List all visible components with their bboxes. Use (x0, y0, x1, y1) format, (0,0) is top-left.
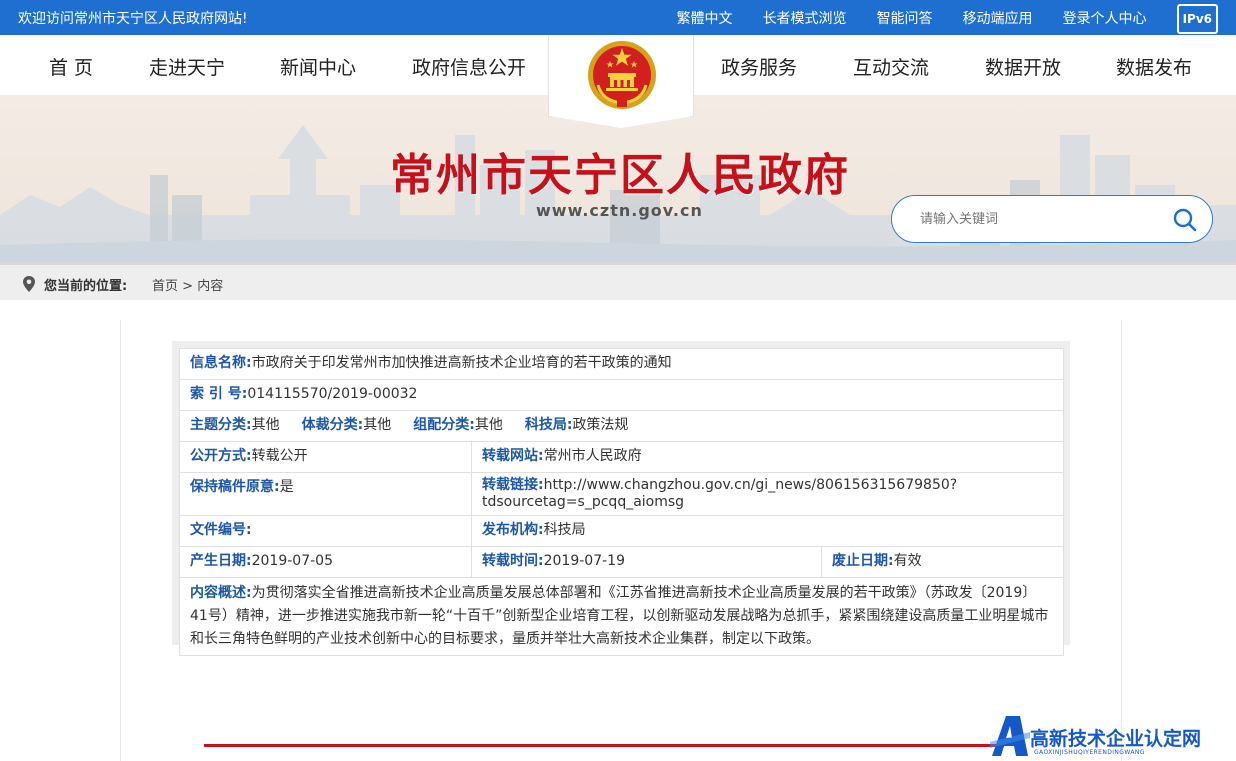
genre-label: 体裁分类: (301, 417, 364, 433)
table-row: 索 引 号:014115570/2019-00032 (178, 379, 1065, 411)
index-number-label: 索 引 号: (190, 386, 248, 402)
repost-site-label: 转载网站: (482, 448, 544, 464)
watermark-a-logo-icon (990, 716, 1030, 756)
repost-site-cell: 转载网站:常州市人民政府 (470, 441, 1065, 473)
doc-number-cell: 文件编号: (179, 515, 472, 547)
nav-item-interaction[interactable]: 互动交流 (853, 53, 929, 80)
info-box: 信息名称:市政府关于印发常州市加快推进高新技术企业培育的若干政策的通知 索 引 … (172, 341, 1070, 656)
smart-qa-link[interactable]: 智能问答 (877, 7, 933, 31)
org-value: 其他 (474, 417, 503, 433)
repost-link-cell: 转载链接:http://www.changzhou.gov.cn/gi_news… (470, 472, 1065, 516)
breadcrumb-label: 您当前的位置: (44, 279, 128, 294)
repost-time-cell: 转载时间:2019-07-19 (471, 546, 822, 578)
watermark-text: 高新技术企业认定网 (1030, 728, 1202, 750)
info-name-cell: 信息名称:市政府关于印发常州市加快推进高新技术企业培育的若干政策的通知 (178, 348, 1065, 380)
keep-original-label: 保持稿件原意: (190, 479, 280, 495)
abolish-date-cell: 废止日期:有效 (820, 546, 1065, 578)
table-row: 保持稿件原意:是 转载链接:http://www.changzhou.gov.c… (179, 472, 1065, 516)
org-label: 组配分类: (413, 417, 475, 433)
mobile-app-link[interactable]: 移动端应用 (963, 7, 1033, 31)
summary-value: 为贯彻落实全省推进高新技术企业高质量发展总体部署和《江苏省推进高新技术企业高质量… (190, 585, 1049, 647)
index-number-cell: 索 引 号:014115570/2019-00032 (178, 379, 1065, 411)
breadcrumb-home-link[interactable]: 首页 (152, 279, 178, 294)
nav-item-data-release[interactable]: 数据发布 (1116, 53, 1192, 80)
breadcrumb-path: 首页 > 内容 (152, 275, 223, 294)
publisher-cell: 发布机构:科技局 (470, 515, 1065, 547)
topic-label: 主题分类: (190, 417, 252, 433)
classification-cell: 主题分类:其他 体裁分类:其他 组配分类:其他 科技局:政策法规 (178, 410, 1065, 442)
nav-item-about-tianning[interactable]: 走进天宁 (149, 53, 225, 80)
breadcrumb: 您当前的位置: 首页 > 内容 (0, 262, 1236, 300)
created-date-label: 产生日期: (190, 553, 252, 569)
publisher-label: 发布机构: (482, 522, 544, 538)
open-method-cell: 公开方式:转载公开 (179, 441, 472, 473)
bureau-label: 科技局: (524, 417, 573, 433)
login-personal-center-link[interactable]: 登录个人中心 (1063, 7, 1147, 31)
summary-label: 内容概述: (190, 585, 252, 601)
keep-original-value: 是 (279, 479, 294, 495)
breadcrumb-current: 内容 (197, 279, 224, 294)
keep-original-cell: 保持稿件原意:是 (179, 472, 472, 516)
emblem-holder (548, 35, 694, 128)
search-box (891, 195, 1213, 243)
search-icon[interactable] (1172, 207, 1198, 233)
open-method-value: 转载公开 (251, 448, 308, 464)
elderly-mode-link[interactable]: 长者模式浏览 (763, 7, 847, 31)
table-row: 产生日期:2019-07-05 转载时间:2019-07-19 废止日期:有效 (179, 546, 1065, 578)
site-title: 常州市天宁区人民政府 (390, 150, 850, 201)
watermark-subtext: GAOXINJISHUQIYERENDINGWANG (1034, 749, 1145, 756)
created-date-cell: 产生日期:2019-07-05 (179, 546, 472, 578)
genre-value: 其他 (363, 417, 392, 433)
nav-item-home[interactable]: 首 页 (49, 53, 93, 80)
search-input[interactable] (920, 208, 1160, 230)
repost-link-value-line-1[interactable]: http://www.changzhou.gov.cn/gi_news/8061… (544, 477, 958, 493)
ipv6-badge: IPv6 (1176, 4, 1218, 34)
red-divider (204, 744, 1004, 747)
table-row: 公开方式:转载公开 转载网站:常州市人民政府 (179, 441, 1065, 473)
table-row: 文件编号: 发布机构:科技局 (179, 515, 1065, 547)
breadcrumb-separator: > (182, 279, 194, 294)
doc-number-label: 文件编号: (190, 522, 252, 538)
repost-link-value-line-2[interactable]: tdsourcetag=s_pcqq_aiomsg (482, 494, 684, 510)
publisher-value: 科技局 (543, 522, 586, 538)
index-number-value: 014115570/2019-00032 (247, 386, 418, 402)
topic-value: 其他 (251, 417, 280, 433)
open-method-label: 公开方式: (190, 448, 252, 464)
welcome-text: 欢迎访问常州市天宁区人民政府网站! (18, 11, 248, 27)
site-url: www.cztn.gov.cn (536, 201, 703, 220)
repost-link-label: 转载链接: (482, 477, 544, 493)
national-emblem-icon (588, 41, 656, 109)
abolish-date-label: 废止日期: (832, 553, 894, 569)
top-links: 繁體中文 长者模式浏览 智能问答 移动端应用 登录个人中心 IPv6 (647, 4, 1218, 34)
nav-item-gov-services[interactable]: 政务服务 (721, 53, 797, 80)
table-row: 内容概述:为贯彻落实全省推进高新技术企业高质量发展总体部署和《江苏省推进高新技术… (178, 577, 1065, 656)
location-pin-icon (23, 276, 35, 292)
info-name-label: 信息名称: (190, 355, 252, 371)
repost-site-value: 常州市人民政府 (543, 448, 642, 464)
watermark-logo: 高新技术企业认定网 GAOXINJISHUQIYERENDINGWANG (990, 712, 1236, 761)
nav-item-open-data[interactable]: 数据开放 (985, 53, 1061, 80)
repost-time-label: 转载时间: (482, 553, 544, 569)
nav-item-gov-info-disclosure[interactable]: 政府信息公开 (412, 53, 526, 80)
top-bar: 欢迎访问常州市天宁区人民政府网站! 繁體中文 长者模式浏览 智能问答 移动端应用… (0, 0, 1236, 35)
bureau-value: 政策法规 (572, 417, 629, 433)
nav-item-news-center[interactable]: 新闻中心 (280, 53, 356, 80)
info-table: 信息名称:市政府关于印发常州市加快推进高新技术企业培育的若干政策的通知 索 引 … (178, 348, 1065, 656)
table-row: 主题分类:其他 体裁分类:其他 组配分类:其他 科技局:政策法规 (178, 410, 1065, 442)
summary-cell: 内容概述:为贯彻落实全省推进高新技术企业高质量发展总体部署和《江苏省推进高新技术… (178, 577, 1065, 656)
table-row: 信息名称:市政府关于印发常州市加快推进高新技术企业培育的若干政策的通知 (178, 348, 1065, 380)
created-date-value: 2019-07-05 (251, 553, 333, 569)
repost-time-value: 2019-07-19 (543, 553, 625, 569)
abolish-date-value: 有效 (893, 553, 922, 569)
traditional-chinese-link[interactable]: 繁體中文 (677, 7, 733, 31)
info-name-value: 市政府关于印发常州市加快推进高新技术企业培育的若干政策的通知 (251, 355, 672, 371)
